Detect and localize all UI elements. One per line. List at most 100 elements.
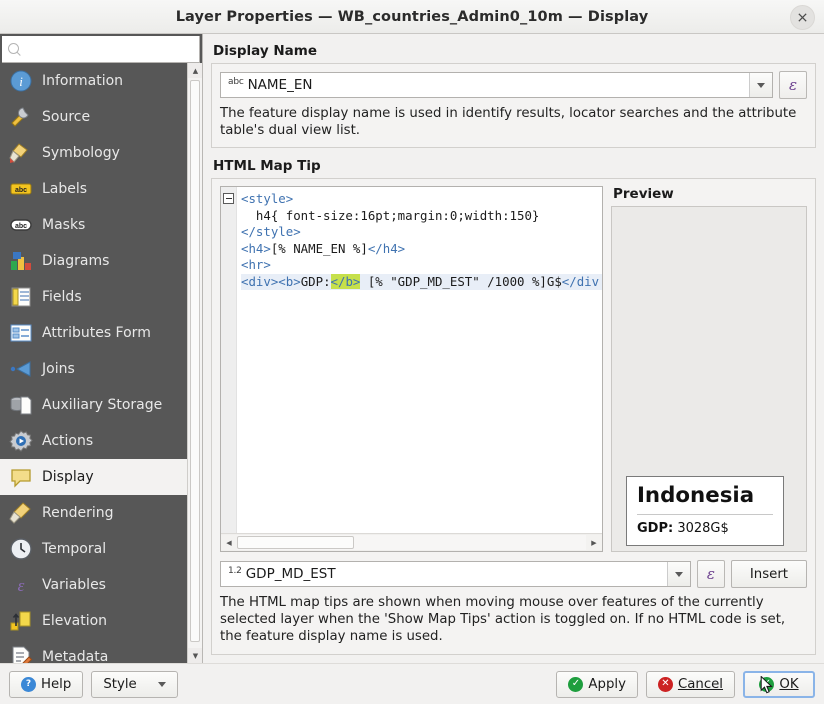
sidebar-item-label: Metadata: [42, 649, 108, 663]
sidebar-item-label: Information: [42, 73, 123, 89]
style-button[interactable]: Style: [91, 671, 177, 698]
display-name-expression-button[interactable]: ε: [779, 71, 807, 99]
code-token: </style>: [241, 224, 301, 239]
sidebar: i Information Source Symbology abc Labels abcM…: [0, 34, 203, 663]
sidebar-item-label: Actions: [42, 433, 93, 449]
hscroll-thumb[interactable]: [237, 536, 354, 549]
ok-button[interactable]: ✓ OK: [743, 671, 815, 698]
display-name-combo[interactable]: abc NAME_EN: [220, 72, 773, 98]
code-line[interactable]: <style>: [241, 191, 602, 208]
sidebar-item-label: Source: [42, 109, 90, 125]
attributes-form-icon: [8, 320, 34, 346]
code-line[interactable]: <h4>[% NAME_EN %]</h4>: [241, 241, 602, 258]
help-button-label: Help: [41, 677, 71, 692]
sidebar-item-labels[interactable]: abc Labels: [0, 171, 202, 207]
sidebar-item-diagrams[interactable]: Diagrams: [0, 243, 202, 279]
display-name-help-text: The feature display name is used in iden…: [220, 105, 807, 139]
sidebar-item-label: Variables: [42, 577, 106, 593]
preview-box: Indonesia GDP: 3028G$: [611, 206, 807, 552]
sidebar-item-temporal[interactable]: Temporal: [0, 531, 202, 567]
code-line[interactable]: </style>: [241, 224, 602, 241]
cancel-circle-icon: ✕: [658, 677, 673, 692]
sidebar-item-source[interactable]: Source: [0, 99, 202, 135]
fold-margin[interactable]: [221, 187, 237, 533]
close-glyph: [797, 12, 808, 23]
sidebar-item-masks[interactable]: abcMasks: [0, 207, 202, 243]
search-input[interactable]: [21, 41, 199, 58]
editor-body[interactable]: <style> h4{ font-size:16pt;margin:0;widt…: [221, 187, 602, 533]
variables-icon: ε: [8, 572, 34, 598]
sidebar-scroll-thumb[interactable]: [190, 80, 200, 642]
editor-horizontal-scrollbar[interactable]: ◀ ▶: [221, 533, 602, 551]
code-token: <div><b>: [241, 274, 301, 289]
sidebar-item-fields[interactable]: Fields: [0, 279, 202, 315]
map-tip-editor-row: <style> h4{ font-size:16pt;margin:0;widt…: [220, 186, 807, 552]
source-icon: [8, 104, 34, 130]
scroll-up-icon[interactable]: ▲: [188, 63, 202, 78]
sidebar-item-display[interactable]: Display: [0, 459, 202, 495]
dialog-body: iInformationSourceSymbologyabcLabelsabcM…: [0, 34, 824, 663]
titlebar: Layer Properties — WB_countries_Admin0_1…: [0, 0, 824, 34]
dialog-button-bar: ? Help Style ✓ Apply ✕ Cancel ✓ OK: [0, 663, 824, 704]
sidebar-item-elevation[interactable]: Elevation: [0, 603, 202, 639]
sidebar-item-joins[interactable]: Joins: [0, 351, 202, 387]
hscroll-track[interactable]: [237, 535, 586, 550]
sidebar-item-variables[interactable]: ε Variables: [0, 567, 202, 603]
style-button-label: Style: [103, 677, 136, 692]
code-token: [% "GDP_MD_EST" /1000 %]G$: [360, 274, 561, 289]
sidebar-item-label: Labels: [42, 181, 87, 197]
labels-icon: abc: [8, 176, 34, 202]
temporal-icon: [8, 536, 34, 562]
sidebar-item-label: Display: [42, 469, 94, 485]
svg-text:i: i: [19, 74, 23, 89]
display-name-group-title: Display Name: [213, 43, 816, 59]
html-map-tip-editor[interactable]: <style> h4{ font-size:16pt;margin:0;widt…: [220, 186, 603, 552]
sidebar-item-information[interactable]: i Information: [0, 63, 202, 99]
ok-button-label: OK: [779, 677, 798, 692]
sidebar-item-label: Diagrams: [42, 253, 109, 269]
information-icon: i: [8, 68, 34, 94]
fold-collapse-icon[interactable]: [223, 193, 234, 204]
map-tip-field-row: 1.2 GDP_MD_EST ε Insert: [220, 560, 807, 588]
sidebar-item-label: Symbology: [42, 145, 120, 161]
code-line[interactable]: h4{ font-size:16pt;margin:0;width:150}: [241, 208, 602, 225]
sidebar-item-label: Masks: [42, 217, 85, 233]
map-tip-group-title: HTML Map Tip: [213, 158, 816, 174]
scroll-down-icon[interactable]: ▼: [188, 648, 202, 663]
code-line[interactable]: <hr>: [241, 257, 602, 274]
metadata-icon: [8, 644, 34, 663]
code-line[interactable]: <div><b>GDP:</b> [% "GDP_MD_EST" /1000 %…: [241, 274, 602, 291]
preview-title: Preview: [613, 186, 807, 202]
help-icon: ?: [21, 677, 36, 692]
sidebar-scrollbar[interactable]: ▲ ▼: [187, 63, 202, 663]
insert-button[interactable]: Insert: [731, 560, 807, 588]
sidebar-item-metadata[interactable]: Metadata: [0, 639, 202, 663]
sidebar-item-auxiliary-storage[interactable]: Auxiliary Storage: [0, 387, 202, 423]
map-tip-help-text: The HTML map tips are shown when moving …: [220, 594, 807, 645]
cancel-button[interactable]: ✕ Cancel: [646, 671, 735, 698]
map-tip-expression-button[interactable]: ε: [697, 560, 725, 588]
code-token: GDP:: [301, 274, 331, 289]
apply-button[interactable]: ✓ Apply: [556, 671, 638, 698]
check-circle-icon: ✓: [568, 677, 583, 692]
map-tip-field-combo[interactable]: 1.2 GDP_MD_EST: [220, 561, 691, 587]
symbology-icon: [8, 140, 34, 166]
chevron-down-icon[interactable]: [667, 562, 690, 586]
sidebar-item-label: Rendering: [42, 505, 114, 521]
chevron-down-icon[interactable]: [749, 73, 772, 97]
sidebar-item-actions[interactable]: Actions: [0, 423, 202, 459]
sidebar-item-rendering[interactable]: Rendering: [0, 495, 202, 531]
code-text[interactable]: <style> h4{ font-size:16pt;margin:0;widt…: [237, 187, 602, 533]
help-button[interactable]: ? Help: [9, 671, 83, 698]
scroll-left-icon[interactable]: ◀: [221, 535, 237, 550]
sidebar-search[interactable]: [2, 36, 200, 63]
scroll-right-icon[interactable]: ▶: [586, 535, 602, 550]
sidebar-item-symbology[interactable]: Symbology: [0, 135, 202, 171]
layer-properties-dialog: Layer Properties — WB_countries_Admin0_1…: [0, 0, 824, 704]
code-token: h4{ font-size:16pt;margin:0;width:150}: [241, 208, 539, 223]
code-token: <hr>: [241, 257, 271, 272]
sidebar-item-attributes-form[interactable]: Attributes Form: [0, 315, 202, 351]
field-type-badge: abc: [228, 77, 244, 87]
preview-heading: Indonesia: [637, 485, 787, 507]
close-icon[interactable]: [790, 5, 815, 30]
